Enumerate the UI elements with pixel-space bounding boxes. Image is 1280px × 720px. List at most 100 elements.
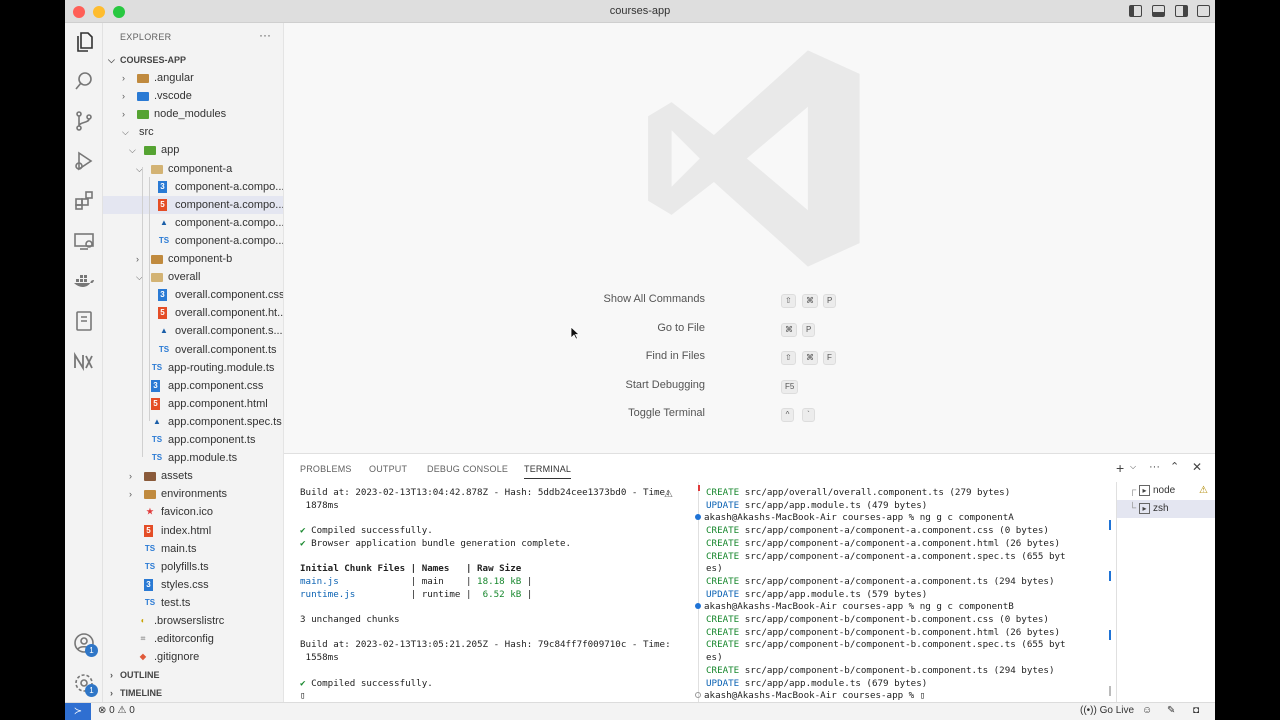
nx-console-icon[interactable] <box>72 349 96 373</box>
file-item[interactable]: ▲ overall.component.s... <box>103 322 283 340</box>
folder-item[interactable]: › node_modules <box>103 105 283 123</box>
extensions-icon[interactable] <box>72 189 96 213</box>
go-live-button[interactable]: ((•)) Go Live <box>1080 705 1134 716</box>
file-item[interactable]: 5 overall.component.ht... <box>103 304 283 322</box>
tab-terminal[interactable]: TERMINAL <box>524 464 572 479</box>
terminal-line: CREATE src/app/component-b/component-b.c… <box>706 664 1055 676</box>
toggle-secondary-sidebar-icon[interactable] <box>1175 5 1188 17</box>
file-item[interactable]: 5 index.html <box>103 522 283 540</box>
file-item[interactable]: 5 component-a.compo... <box>103 195 283 214</box>
source-control-icon[interactable] <box>72 109 96 133</box>
terminal-line: runtime.js | runtime | 6.52 kB | <box>300 588 533 600</box>
terminal-instance[interactable]: └ ▸ zsh <box>1117 500 1215 518</box>
terminal-line: Build at: 2023-02-13T13:05:21.205Z - Has… <box>300 639 671 651</box>
run-and-debug-icon[interactable] <box>72 149 96 173</box>
panel-more-icon[interactable]: ··· <box>1149 461 1160 473</box>
customize-layout-icon[interactable] <box>1197 5 1210 17</box>
file-item[interactable]: TS overall.component.ts <box>103 341 283 359</box>
file-item[interactable]: TS app.component.ts <box>103 431 283 449</box>
folder-icon <box>151 255 163 264</box>
feedback-icon[interactable]: ✎ <box>1167 705 1175 716</box>
terminal-line: es) <box>706 563 723 575</box>
file-item[interactable]: 3 overall.component.css <box>103 286 283 304</box>
notifications-bell-icon[interactable]: ◘ <box>1193 705 1199 716</box>
outline-label: OUTLINE <box>120 670 160 680</box>
scroll-marker <box>1109 571 1111 581</box>
shortcut-label[interactable]: Show All Commands <box>604 293 706 305</box>
new-terminal-icon[interactable]: + <box>1116 460 1124 476</box>
tab-output[interactable]: OUTPUT <box>369 464 407 474</box>
problems-indicator[interactable]: ⊗ 0 ⚠ 0 <box>98 705 135 716</box>
notebook-icon[interactable] <box>72 309 96 333</box>
file-item[interactable]: ▲ component-a.compo... <box>103 214 283 232</box>
file-item[interactable]: ⌗ .editorconfig <box>103 630 283 648</box>
file-item[interactable]: ◆ .gitignore <box>103 648 283 666</box>
file-item[interactable]: TS app.module.ts <box>103 449 283 467</box>
folder-item[interactable]: › .angular <box>103 69 283 87</box>
file-item[interactable]: 3 styles.css <box>103 576 283 594</box>
file-item[interactable]: 5 app.component.html <box>103 395 283 413</box>
file-item[interactable]: 3 component-a.compo... <box>103 178 283 196</box>
workspace-root[interactable]: ⌵ COURSES-APP <box>103 51 283 69</box>
terminal-right[interactable]: CREATE src/app/overall/overall.component… <box>695 487 1111 703</box>
toggle-panel-icon[interactable] <box>1152 5 1165 17</box>
file-item[interactable]: ◐ .browserslistrc <box>103 612 283 630</box>
terminal-instance[interactable]: ┌ ▸ node ⚠ <box>1117 482 1215 500</box>
docker-icon[interactable] <box>72 269 96 293</box>
accounts-icon[interactable]: 1 <box>72 631 98 657</box>
terminal-line: CREATE src/app/component-b/component-b.c… <box>706 626 1061 638</box>
toggle-primary-sidebar-icon[interactable] <box>1129 5 1142 17</box>
remote-explorer-icon[interactable] <box>72 229 96 253</box>
scroll-marker <box>698 485 700 491</box>
search-icon[interactable] <box>72 69 96 93</box>
indent-guide <box>149 285 150 421</box>
git-icon: ◆ <box>139 652 147 662</box>
remote-indicator-icon[interactable]: ≻ <box>65 703 91 720</box>
timeline-section[interactable]: › TIMELINE <box>103 684 283 702</box>
typescript-icon: TS <box>144 543 156 553</box>
error-count: 0 <box>109 705 115 716</box>
terminal-line: Initial Chunk Files | Names | Raw Size <box>300 563 522 575</box>
file-item[interactable]: TS main.ts <box>103 540 283 558</box>
folder-item[interactable]: ⌵ app <box>103 141 283 159</box>
close-panel-icon[interactable]: ✕ <box>1192 460 1202 474</box>
terminal-scrollbar[interactable] <box>1109 686 1111 696</box>
favicon-icon: ★ <box>146 507 154 517</box>
file-item[interactable]: TS test.ts <box>103 594 283 612</box>
terminal-list: ┌ ▸ node ⚠ └ ▸ zsh <box>1116 482 1215 703</box>
terminal-line: 3 unchanged chunks <box>300 614 400 626</box>
terminal-line: CREATE src/app/component-a/component-a.c… <box>706 575 1055 587</box>
terminal-left[interactable]: Build at: 2023-02-13T13:04:42.878Z - Has… <box>300 487 700 703</box>
maximize-panel-icon[interactable]: ⌃ <box>1170 460 1179 473</box>
folder-item[interactable]: ⌵ src <box>103 123 283 141</box>
folder-item[interactable]: › environments <box>103 485 283 503</box>
shortcut-label[interactable]: Find in Files <box>646 350 705 362</box>
terminal-line: ✔ Browser application bundle generation … <box>300 537 572 549</box>
file-item[interactable]: TS app-routing.module.ts <box>103 359 283 377</box>
shortcut-label[interactable]: Toggle Terminal <box>628 407 705 419</box>
file-item[interactable]: TS component-a.compo... <box>103 232 283 250</box>
file-item[interactable]: 3 app.component.css <box>103 377 283 395</box>
file-item[interactable]: ★ favicon.ico <box>103 503 283 521</box>
accounts-status-icon[interactable]: ☺ <box>1142 705 1152 716</box>
outline-section[interactable]: › OUTLINE <box>103 666 283 684</box>
folder-item[interactable]: ⌵ component-a <box>103 160 283 178</box>
file-item[interactable]: ▲ app.component.spec.ts <box>103 413 283 431</box>
folder-item[interactable]: ⌵ overall <box>103 268 283 286</box>
more-actions-icon[interactable]: ··· <box>259 28 271 42</box>
folder-item[interactable]: › assets <box>103 467 283 485</box>
terminal-line: main.js | main | 18.18 kB | <box>300 575 533 587</box>
file-item[interactable]: TS polyfills.ts <box>103 558 283 576</box>
tab-problems[interactable]: PROBLEMS <box>300 464 352 474</box>
editor-area[interactable]: Show All Commands ⇧ ⌘ P Go to File ⌘ P Find in … <box>284 23 1215 453</box>
folder-item[interactable]: › component-b <box>103 250 283 268</box>
explorer-icon[interactable] <box>72 30 96 54</box>
shortcut-label[interactable]: Start Debugging <box>626 379 706 391</box>
manage-gear-icon[interactable]: 1 <box>72 671 98 697</box>
terminal-dropdown-icon[interactable]: ⌵ <box>1130 462 1136 472</box>
shortcut-label[interactable]: Go to File <box>657 322 705 334</box>
tab-debug-console[interactable]: DEBUG CONSOLE <box>427 464 508 474</box>
folder-item[interactable]: › .vscode <box>103 87 283 105</box>
tree-item-label: app-routing.module.ts <box>168 361 275 374</box>
